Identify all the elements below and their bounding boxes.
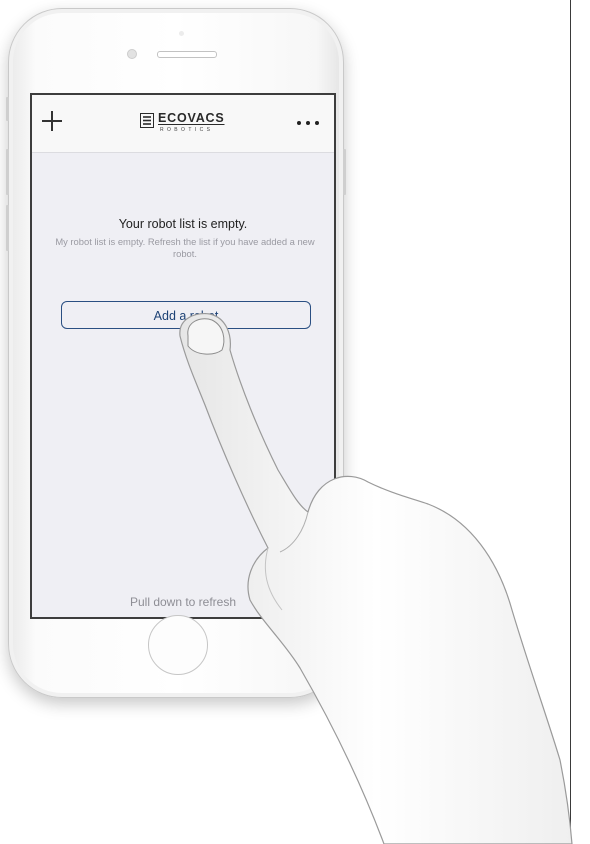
brand-name: ECOVACS xyxy=(158,111,225,125)
volume-up-button xyxy=(6,149,9,195)
empty-state-description: My robot list is empty. Refresh the list… xyxy=(55,236,315,259)
ellipsis-dot xyxy=(315,121,319,125)
plus-icon[interactable] xyxy=(42,111,62,131)
empty-state-title: Your robot list is empty. xyxy=(118,217,248,231)
earpiece-speaker xyxy=(157,51,217,58)
navigation-bar: ECOVACS ROBOTICS xyxy=(32,95,334,153)
ecovacs-logo-icon xyxy=(140,113,154,128)
brand-subtitle: ROBOTICS xyxy=(160,127,214,133)
ecovacs-logo: ECOVACS ROBOTICS xyxy=(140,111,230,133)
app-screen: ECOVACS ROBOTICS Your robot list is empt… xyxy=(30,93,336,619)
proximity-sensor xyxy=(179,31,184,36)
frame-divider-line xyxy=(570,0,571,844)
ellipsis-icon[interactable] xyxy=(297,121,321,127)
phone-frame: ECOVACS ROBOTICS Your robot list is empt… xyxy=(6,8,346,698)
ellipsis-dot xyxy=(306,121,310,125)
home-button[interactable] xyxy=(148,615,208,675)
front-camera xyxy=(127,49,137,59)
pull-to-refresh-hint: Pull down to refresh xyxy=(129,595,237,609)
power-button xyxy=(343,149,346,195)
add-robot-button[interactable]: Add a robot xyxy=(61,301,311,329)
ellipsis-dot xyxy=(297,121,301,125)
mute-switch xyxy=(6,97,9,121)
volume-down-button xyxy=(6,205,9,251)
